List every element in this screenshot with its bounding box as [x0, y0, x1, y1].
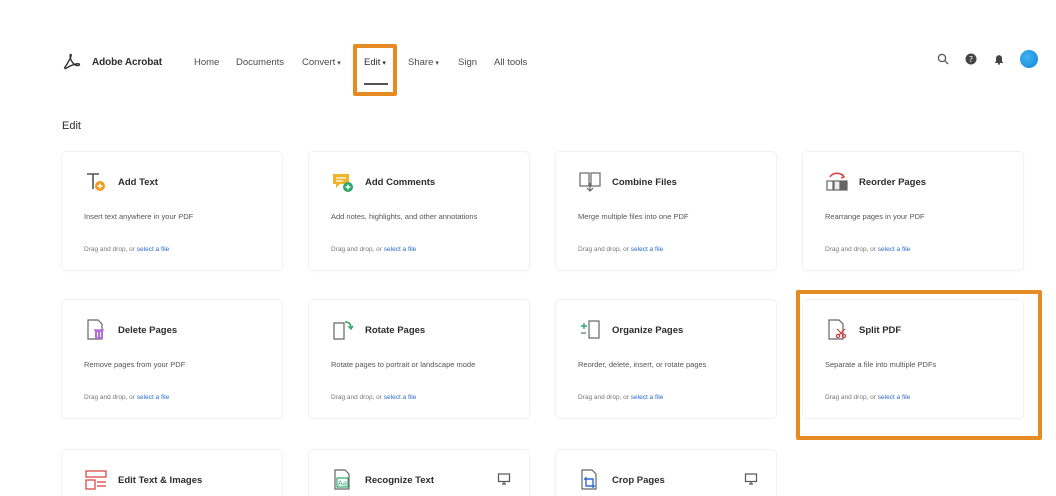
brand[interactable]: Adobe Acrobat — [62, 52, 162, 72]
tool-card-head: Reorder Pages — [825, 170, 926, 194]
tool-desc: Remove pages from your PDF — [84, 360, 186, 369]
tool-title: Add Text — [118, 176, 158, 188]
drop-prefix: Drag and drop, or — [578, 246, 631, 253]
drop-prefix: Drag and drop, or — [84, 394, 137, 401]
tool-title: Add Comments — [365, 176, 436, 188]
tool-title: Rotate Pages — [365, 324, 426, 336]
select-file-link[interactable]: select a file — [384, 246, 417, 253]
tool-card-reorder-pages[interactable]: Reorder Pages Rearrange pages in your PD… — [803, 152, 1023, 270]
tool-title: Edit Text & Images — [118, 474, 203, 486]
select-file-link[interactable]: select a file — [631, 394, 664, 401]
tool-title: Delete Pages — [118, 324, 178, 336]
nav-all-tools[interactable]: All tools — [494, 57, 527, 68]
svg-text:Aa: Aa — [338, 480, 347, 488]
drop-hint: Drag and drop, or select a file — [578, 246, 663, 253]
tool-desc: Reorder, delete, insert, or rotate pages — [578, 360, 707, 369]
drop-hint: Drag and drop, or select a file — [84, 246, 169, 253]
select-file-link[interactable]: select a file — [384, 394, 417, 401]
delete-pages-icon — [84, 318, 108, 342]
nav-sign-label: Sign — [458, 57, 478, 68]
drop-prefix: Drag and drop, or — [825, 246, 878, 253]
select-file-link[interactable]: select a file — [137, 394, 170, 401]
tool-title: Recognize Text — [365, 474, 434, 486]
tool-desc: Merge multiple files into one PDF — [578, 212, 689, 221]
desktop-app-icon — [497, 472, 511, 486]
acrobat-page: Adobe Acrobat Home Documents Convert ▾ Ed… — [0, 0, 1056, 496]
tool-desc: Rotate pages to portrait or landscape mo… — [331, 360, 476, 369]
tool-card-head: Rotate Pages — [331, 318, 425, 342]
chevron-down-icon: ▾ — [337, 60, 341, 67]
nav-right-icons: ? — [936, 50, 1038, 68]
edit-text-images-icon — [84, 468, 108, 492]
nav-home-label: Home — [194, 57, 220, 68]
tool-card-edit-text-images[interactable]: Edit Text & Images — [62, 450, 282, 496]
nav-all-tools-label: All tools — [494, 57, 528, 68]
drop-hint: Drag and drop, or select a file — [331, 246, 416, 253]
tool-title: Reorder Pages — [859, 176, 927, 188]
tool-desc: Add notes, highlights, and other annotat… — [331, 212, 478, 221]
tool-title: Crop Pages — [612, 474, 665, 486]
nav-convert-label: Convert — [302, 57, 336, 68]
avatar[interactable] — [1020, 50, 1038, 68]
drop-prefix: Drag and drop, or — [331, 394, 384, 401]
nav-share-label: Share — [408, 57, 434, 68]
tool-card-add-text[interactable]: Add Text Insert text anywhere in your PD… — [62, 152, 282, 270]
tool-card-head: Aa Recognize Text — [331, 468, 434, 492]
drop-hint: Drag and drop, or select a file — [331, 394, 416, 401]
add-text-icon — [84, 170, 108, 194]
section-title: Edit — [62, 120, 81, 132]
drop-prefix: Drag and drop, or — [578, 394, 631, 401]
reorder-pages-icon — [825, 170, 849, 194]
tool-card-organize-pages[interactable]: Organize Pages Reorder, delete, insert, … — [556, 300, 776, 418]
nav-sign[interactable]: Sign — [458, 57, 477, 68]
tool-card-head: Delete Pages — [84, 318, 177, 342]
select-file-link[interactable]: select a file — [878, 246, 911, 253]
tool-card-combine-files[interactable]: Combine Files Merge multiple files into … — [556, 152, 776, 270]
add-comments-icon — [331, 170, 355, 194]
drop-hint: Drag and drop, or select a file — [578, 394, 663, 401]
tool-card-add-comments[interactable]: Add Comments Add notes, highlights, and … — [309, 152, 529, 270]
tool-card-recognize-text[interactable]: Aa Recognize Text — [309, 450, 529, 496]
recognize-text-icon: Aa — [331, 468, 355, 492]
organize-pages-icon — [578, 318, 602, 342]
rotate-pages-icon — [331, 318, 355, 342]
chevron-down-icon: ▾ — [435, 60, 439, 67]
drop-hint: Drag and drop, or select a file — [825, 246, 910, 253]
tool-title: Organize Pages — [612, 324, 684, 336]
nav-documents[interactable]: Documents — [236, 57, 284, 68]
select-file-link[interactable]: select a file — [631, 246, 664, 253]
select-file-link[interactable]: select a file — [137, 246, 170, 253]
drop-prefix: Drag and drop, or — [84, 246, 137, 253]
help-icon[interactable]: ? — [964, 52, 978, 66]
tool-card-head: Add Comments — [331, 170, 435, 194]
combine-files-icon — [578, 170, 602, 194]
desktop-app-icon — [744, 472, 758, 486]
nav-home[interactable]: Home — [194, 57, 219, 68]
tool-card-rotate-pages[interactable]: Rotate Pages Rotate pages to portrait or… — [309, 300, 529, 418]
crop-pages-icon — [578, 468, 602, 492]
svg-text:?: ? — [969, 55, 973, 64]
search-icon[interactable] — [936, 52, 950, 66]
brand-name: Adobe Acrobat — [92, 56, 162, 68]
nav-convert[interactable]: Convert ▾ — [302, 57, 341, 68]
nav-share[interactable]: Share ▾ — [408, 57, 439, 68]
tool-card-head: Add Text — [84, 170, 158, 194]
tool-desc: Insert text anywhere in your PDF — [84, 212, 194, 221]
tool-card-delete-pages[interactable]: Delete Pages Remove pages from your PDF … — [62, 300, 282, 418]
tool-title: Combine Files — [612, 176, 677, 188]
nav-documents-label: Documents — [236, 57, 285, 68]
split-pdf-highlight-box — [796, 290, 1042, 440]
drop-hint: Drag and drop, or select a file — [84, 394, 169, 401]
tool-card-head: Combine Files — [578, 170, 677, 194]
drop-prefix: Drag and drop, or — [331, 246, 384, 253]
tool-card-head: Crop Pages — [578, 468, 665, 492]
tool-card-head: Organize Pages — [578, 318, 683, 342]
tool-desc: Rearrange pages in your PDF — [825, 212, 925, 221]
tool-card-crop-pages[interactable]: Crop Pages — [556, 450, 776, 496]
bell-icon[interactable] — [992, 52, 1006, 66]
edit-highlight-box — [353, 44, 397, 96]
top-nav: Adobe Acrobat Home Documents Convert ▾ Ed… — [0, 40, 1056, 86]
acrobat-logo-icon — [63, 53, 81, 70]
tool-card-head: Edit Text & Images — [84, 468, 202, 492]
